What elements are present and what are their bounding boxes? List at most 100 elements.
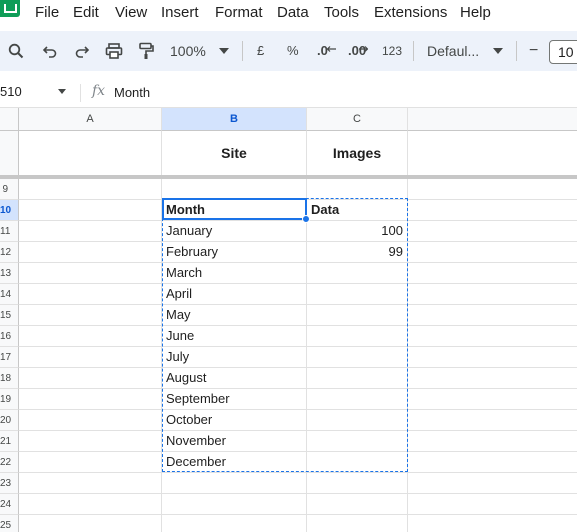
name-box[interactable]: 510 bbox=[0, 84, 22, 99]
cell-a[interactable] bbox=[19, 410, 162, 431]
cell-c[interactable] bbox=[307, 389, 408, 410]
cell-a[interactable] bbox=[19, 179, 162, 200]
font-dropdown-icon[interactable] bbox=[492, 31, 504, 71]
font-size-decrease-button[interactable]: − bbox=[529, 31, 538, 71]
row-header[interactable]: 12 bbox=[0, 242, 19, 263]
cell-b[interactable]: April bbox=[162, 284, 307, 305]
frozen-cell-a[interactable] bbox=[19, 131, 162, 175]
cell-c[interactable] bbox=[307, 431, 408, 452]
cell-b[interactable]: May bbox=[162, 305, 307, 326]
cell-d[interactable] bbox=[408, 326, 577, 347]
fill-handle[interactable] bbox=[302, 215, 310, 223]
menu-file[interactable]: File bbox=[35, 4, 59, 22]
cell-d[interactable] bbox=[408, 221, 577, 242]
cell-c[interactable] bbox=[307, 284, 408, 305]
cell-d[interactable] bbox=[408, 389, 577, 410]
search-icon[interactable] bbox=[6, 31, 26, 71]
row-header[interactable]: 23 bbox=[0, 473, 19, 494]
cell-c[interactable] bbox=[307, 179, 408, 200]
cell-a[interactable] bbox=[19, 326, 162, 347]
cell-b[interactable]: March bbox=[162, 263, 307, 284]
cell-b[interactable]: December bbox=[162, 452, 307, 473]
zoom-dropdown-icon[interactable] bbox=[218, 31, 230, 71]
cell-c[interactable] bbox=[307, 452, 408, 473]
cell-a[interactable] bbox=[19, 473, 162, 494]
paint-format-icon[interactable] bbox=[136, 31, 156, 71]
zoom-select[interactable]: 100% bbox=[170, 31, 206, 71]
row-header[interactable]: 15 bbox=[0, 305, 19, 326]
column-header-c[interactable]: C bbox=[307, 108, 408, 131]
cell-b[interactable]: September bbox=[162, 389, 307, 410]
cell-a[interactable] bbox=[19, 305, 162, 326]
cell-c[interactable] bbox=[307, 473, 408, 494]
format-currency-button[interactable]: £ bbox=[257, 31, 264, 71]
cell-d[interactable] bbox=[408, 284, 577, 305]
row-header[interactable]: 10 bbox=[0, 200, 19, 221]
sheets-logo-icon[interactable] bbox=[0, 0, 20, 17]
row-header[interactable]: 11 bbox=[0, 221, 19, 242]
cell-d[interactable] bbox=[408, 473, 577, 494]
cell-b[interactable]: July bbox=[162, 347, 307, 368]
row-header[interactable]: 16 bbox=[0, 326, 19, 347]
column-header-b[interactable]: B bbox=[162, 108, 307, 131]
menu-insert[interactable]: Insert bbox=[161, 4, 199, 22]
print-icon[interactable] bbox=[104, 31, 124, 71]
cell-a[interactable] bbox=[19, 494, 162, 515]
cell-d[interactable] bbox=[408, 368, 577, 389]
cell-d[interactable] bbox=[408, 431, 577, 452]
cell-c[interactable] bbox=[307, 494, 408, 515]
cell-a[interactable] bbox=[19, 368, 162, 389]
cell-b[interactable]: June bbox=[162, 326, 307, 347]
cell-c[interactable] bbox=[307, 410, 408, 431]
menu-view[interactable]: View bbox=[115, 4, 147, 22]
cell-d[interactable] bbox=[408, 452, 577, 473]
menu-edit[interactable]: Edit bbox=[73, 4, 99, 22]
cell-a[interactable] bbox=[19, 284, 162, 305]
row-header[interactable]: 22 bbox=[0, 452, 19, 473]
cell-b[interactable] bbox=[162, 473, 307, 494]
cell-c[interactable]: 99 bbox=[307, 242, 408, 263]
cell-c[interactable] bbox=[307, 326, 408, 347]
row-header[interactable]: 13 bbox=[0, 263, 19, 284]
cell-c[interactable] bbox=[307, 305, 408, 326]
cell-d[interactable] bbox=[408, 305, 577, 326]
cell-a[interactable] bbox=[19, 347, 162, 368]
menu-format[interactable]: Format bbox=[215, 4, 263, 22]
row-header[interactable]: 24 bbox=[0, 494, 19, 515]
cell-b[interactable]: October bbox=[162, 410, 307, 431]
format-percent-button[interactable]: % bbox=[287, 31, 299, 71]
cell-d[interactable] bbox=[408, 263, 577, 284]
cell-a[interactable] bbox=[19, 389, 162, 410]
row-header[interactable]: 14 bbox=[0, 284, 19, 305]
cell-a[interactable] bbox=[19, 200, 162, 221]
row-header[interactable]: 21 bbox=[0, 431, 19, 452]
row-header[interactable]: 9 bbox=[0, 179, 19, 200]
cell-a[interactable] bbox=[19, 263, 162, 284]
cell-d[interactable] bbox=[408, 200, 577, 221]
cell-d[interactable] bbox=[408, 515, 577, 532]
cell-b[interactable]: Month bbox=[162, 200, 307, 221]
cell-d[interactable] bbox=[408, 410, 577, 431]
cell-a[interactable] bbox=[19, 452, 162, 473]
cell-c[interactable] bbox=[307, 347, 408, 368]
select-all-corner[interactable] bbox=[0, 108, 19, 131]
cell-d[interactable] bbox=[408, 242, 577, 263]
cell-b[interactable] bbox=[162, 515, 307, 532]
row-header[interactable]: 17 bbox=[0, 347, 19, 368]
cell-c[interactable] bbox=[307, 515, 408, 532]
row-header[interactable]: 19 bbox=[0, 389, 19, 410]
cell-b[interactable] bbox=[162, 494, 307, 515]
undo-icon[interactable] bbox=[40, 31, 60, 71]
cell-c[interactable] bbox=[307, 263, 408, 284]
cell-d[interactable] bbox=[408, 179, 577, 200]
cell-a[interactable] bbox=[19, 242, 162, 263]
more-formats-button[interactable]: 123 bbox=[382, 31, 402, 71]
cell-b[interactable] bbox=[162, 179, 307, 200]
frozen-cell-site[interactable]: Site bbox=[162, 131, 307, 175]
menu-data[interactable]: Data bbox=[277, 4, 309, 22]
cell-c[interactable]: Data bbox=[307, 200, 408, 221]
column-header-d[interactable] bbox=[408, 108, 577, 131]
menu-extensions[interactable]: Extensions bbox=[374, 4, 447, 22]
cell-d[interactable] bbox=[408, 494, 577, 515]
cell-b[interactable]: February bbox=[162, 242, 307, 263]
